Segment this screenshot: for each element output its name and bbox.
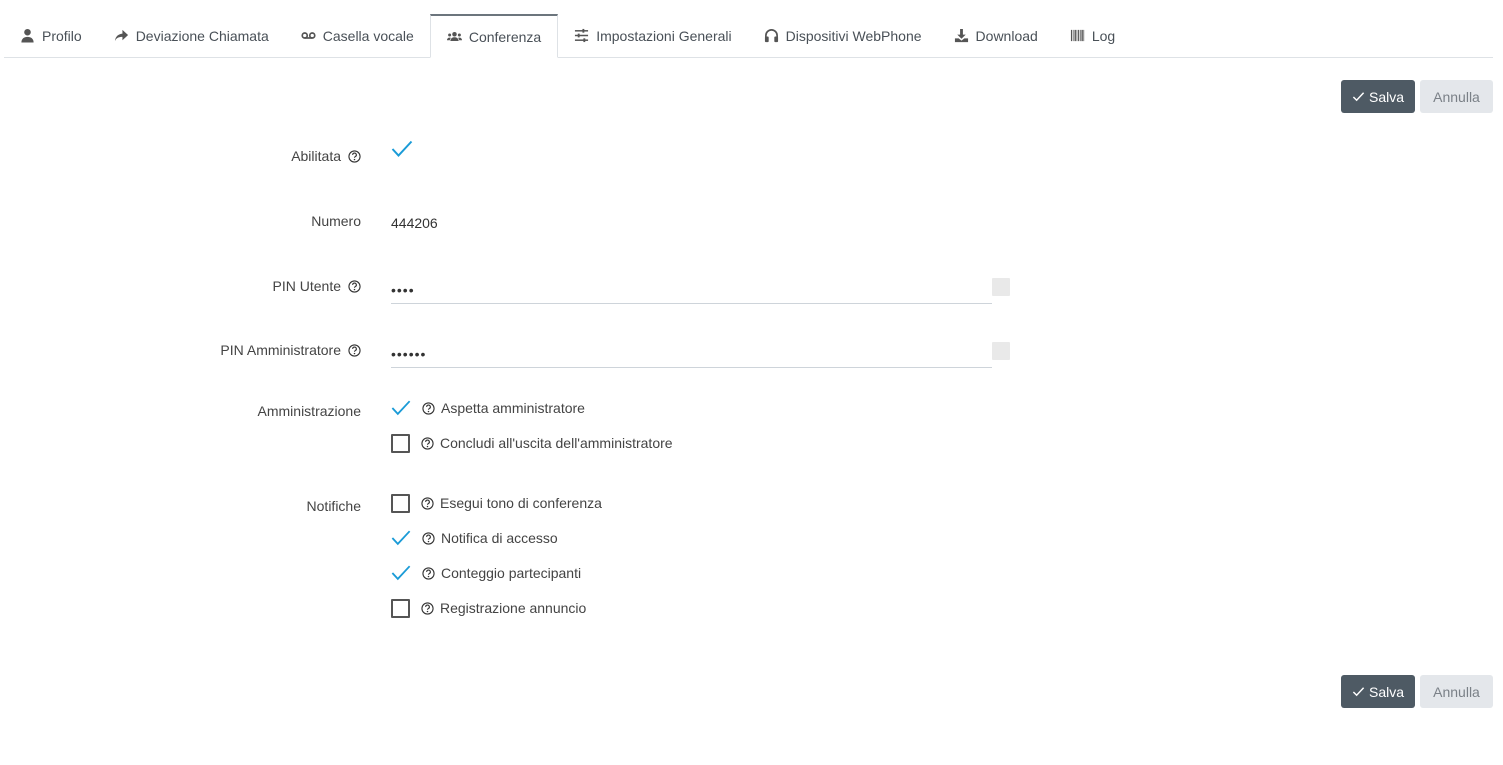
tab-label: Download xyxy=(975,27,1038,44)
tab-label: Dispositivi WebPhone xyxy=(785,27,922,44)
checkmark-icon xyxy=(391,530,411,546)
share-arrow-icon xyxy=(114,28,129,43)
enabled-checkbox[interactable] xyxy=(391,140,413,158)
option-label: Esegui tono di conferenza xyxy=(440,495,602,511)
help-icon[interactable] xyxy=(348,149,361,163)
save-label: Salva xyxy=(1368,683,1405,700)
save-label: Salva xyxy=(1368,88,1405,105)
aspetta-amministratore-checkbox[interactable] xyxy=(391,398,411,418)
check-icon xyxy=(1352,687,1365,697)
headphones-icon xyxy=(764,28,779,43)
help-icon[interactable] xyxy=(421,601,434,615)
number-label: Numero xyxy=(311,213,361,229)
enabled-label: Abilitata xyxy=(291,148,341,164)
administration-label-row: Amministrazione xyxy=(258,403,361,419)
option-aspetta-amministratore: Aspetta amministratore xyxy=(391,398,585,418)
notifica-accesso-checkbox[interactable] xyxy=(391,528,411,548)
admin-pin-label: PIN Amministratore xyxy=(220,342,341,358)
conteggio-partecipanti-checkbox[interactable] xyxy=(391,563,411,583)
number-label-row: Numero xyxy=(311,213,361,229)
help-icon[interactable] xyxy=(421,496,434,510)
checkmark-icon xyxy=(391,400,411,416)
tab-label: Casella vocale xyxy=(322,27,414,44)
enabled-label-row: Abilitata xyxy=(291,148,361,164)
tab-label: Impostazioni Generali xyxy=(596,27,732,44)
notifications-label: Notifiche xyxy=(306,498,361,514)
tab-label: Profilo xyxy=(42,27,82,44)
admin-pin-visibility-toggle[interactable] xyxy=(992,342,1010,360)
option-label: Concludi all'uscita dell'amministratore xyxy=(440,435,673,451)
concludi-uscita-amministratore-checkbox[interactable] xyxy=(391,433,410,453)
barcode-icon xyxy=(1070,28,1085,43)
option-label: Registrazione annuncio xyxy=(440,600,587,616)
user-pin-input[interactable]: •••• xyxy=(391,277,992,304)
tab-profilo[interactable]: Profilo xyxy=(4,14,98,57)
option-conteggio-partecipanti: Conteggio partecipanti xyxy=(391,563,581,583)
user-pin-label-row: PIN Utente xyxy=(273,278,361,294)
help-icon[interactable] xyxy=(422,531,435,545)
download-icon xyxy=(954,28,969,43)
voicemail-icon xyxy=(301,28,316,43)
registrazione-annuncio-checkbox[interactable] xyxy=(391,598,410,618)
option-label: Aspetta amministratore xyxy=(441,400,585,416)
cancel-button-bottom[interactable]: Annulla xyxy=(1420,675,1493,708)
help-icon[interactable] xyxy=(348,343,361,357)
tab-log[interactable]: Log xyxy=(1054,14,1131,57)
tab-dispositivi-webphone[interactable]: Dispositivi WebPhone xyxy=(748,14,938,57)
checkmark-icon xyxy=(391,565,411,581)
help-icon[interactable] xyxy=(422,401,435,415)
number-value: 444206 xyxy=(391,215,438,231)
tab-conferenza[interactable]: Conferenza xyxy=(429,14,559,58)
user-pin-visibility-toggle[interactable] xyxy=(992,278,1010,296)
cancel-label: Annulla xyxy=(1433,683,1480,700)
tab-label: Deviazione Chiamata xyxy=(135,27,269,44)
tab-bar: Profilo Deviazione Chiamata Casella voca… xyxy=(4,14,1493,58)
cancel-label: Annulla xyxy=(1433,88,1480,105)
option-label: Conteggio partecipanti xyxy=(441,565,582,581)
checkmark-icon xyxy=(391,140,413,157)
tab-download[interactable]: Download xyxy=(938,14,1054,57)
cancel-button-top[interactable]: Annulla xyxy=(1420,80,1493,113)
esegui-tono-conferenza-checkbox[interactable] xyxy=(391,493,410,513)
tab-deviazione-chiamata[interactable]: Deviazione Chiamata xyxy=(98,14,285,57)
user-pin-value: •••• xyxy=(391,282,415,298)
option-esegui-tono-conferenza: Esegui tono di conferenza xyxy=(391,493,602,513)
user-pin-label: PIN Utente xyxy=(272,278,341,294)
save-button-bottom[interactable]: Salva xyxy=(1341,675,1415,708)
check-icon xyxy=(1352,92,1365,102)
notifications-label-row: Notifiche xyxy=(307,498,361,514)
option-concludi-uscita-amministratore: Concludi all'uscita dell'amministratore xyxy=(391,433,673,453)
tab-label: Log xyxy=(1091,27,1116,44)
help-icon[interactable] xyxy=(348,279,361,293)
help-icon[interactable] xyxy=(421,436,434,450)
admin-pin-input[interactable]: •••••• xyxy=(391,341,992,368)
tab-label: Conferenza xyxy=(468,28,542,45)
option-notifica-accesso: Notifica di accesso xyxy=(391,528,558,548)
admin-pin-value: •••••• xyxy=(391,346,427,362)
option-label: Notifica di accesso xyxy=(441,530,558,546)
admin-pin-label-row: PIN Amministratore xyxy=(220,342,361,358)
option-registrazione-annuncio: Registrazione annuncio xyxy=(391,598,586,618)
tab-impostazioni-generali[interactable]: Impostazioni Generali xyxy=(558,14,747,57)
administration-label: Amministrazione xyxy=(257,403,361,419)
user-icon xyxy=(20,28,35,43)
save-button-top[interactable]: Salva xyxy=(1341,80,1415,113)
users-icon xyxy=(446,29,462,44)
help-icon[interactable] xyxy=(422,566,435,580)
sliders-icon xyxy=(574,28,589,43)
tab-casella-vocale[interactable]: Casella vocale xyxy=(285,14,430,57)
